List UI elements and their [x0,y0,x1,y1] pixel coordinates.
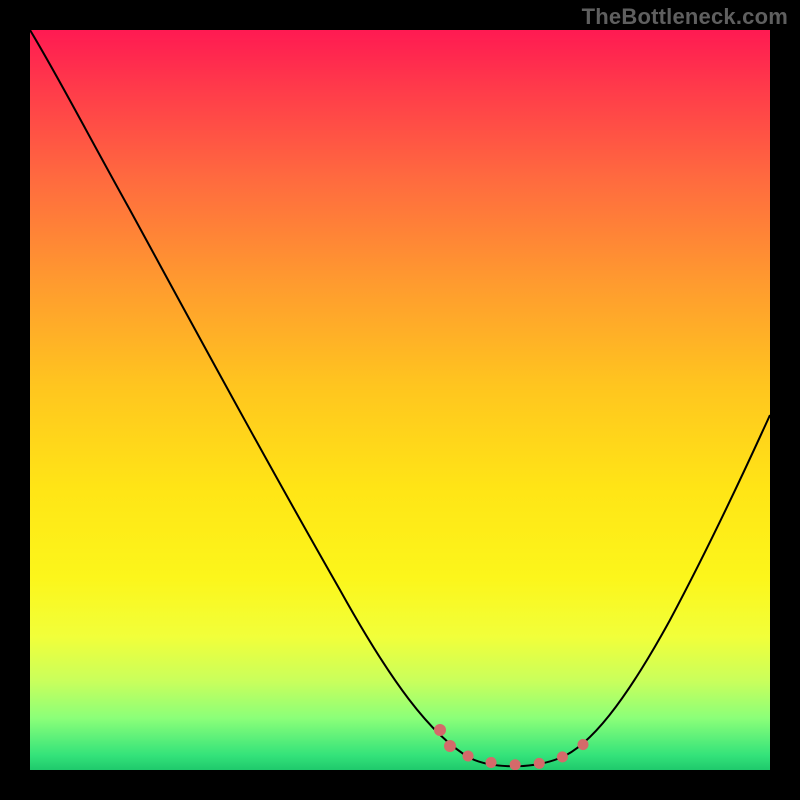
chart-svg [30,30,770,770]
bottleneck-curve [30,30,770,766]
marker-dot [444,740,456,752]
plot-area [30,30,770,770]
chart-stage: TheBottleneck.com [0,0,800,800]
optimal-range-markers [468,730,598,765]
marker-dot [434,724,446,736]
watermark-text: TheBottleneck.com [582,4,788,30]
